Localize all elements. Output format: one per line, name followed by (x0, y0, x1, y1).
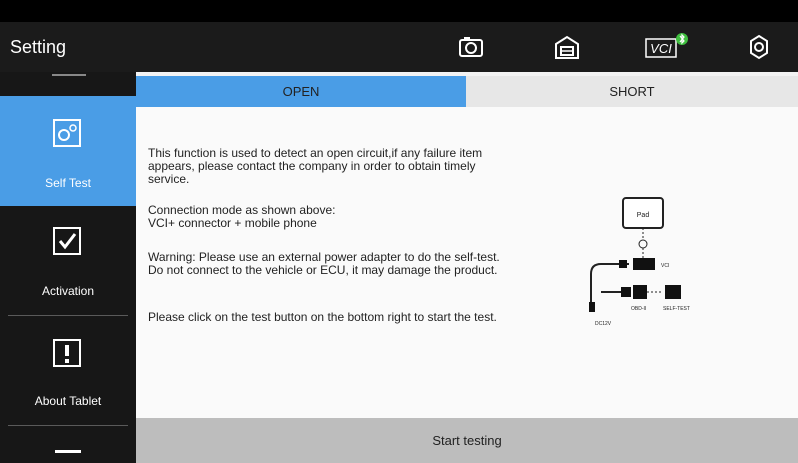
description-text: This function is used to detect an open … (148, 146, 483, 186)
sidebar-item-label: Self Test (45, 176, 91, 190)
content-area: This function is used to detect an open … (136, 107, 798, 418)
sidebar-divider (8, 425, 128, 426)
warning-text: Warning: Please use an external power ad… (148, 250, 500, 277)
vci-diagram-label: VCI (661, 263, 669, 269)
about-icon (52, 338, 82, 368)
tab-open[interactable]: OPEN (136, 76, 466, 107)
obd-label: OBD-II (631, 306, 646, 312)
partial-sidebar-icon (55, 450, 81, 453)
sidebar-item-label: Activation (41, 284, 95, 298)
connection-mode-text: Connection mode as shown above: VCI+ con… (148, 203, 336, 230)
tab-short[interactable]: SHORT (466, 76, 798, 107)
sidebar-item-about-tablet[interactable]: About Tablet (0, 316, 136, 426)
sidebar-item-activation[interactable]: Activation (0, 206, 136, 316)
start-testing-button[interactable]: Start testing (136, 418, 798, 463)
page-title: Setting (10, 37, 67, 57)
camera-icon[interactable] (457, 33, 485, 61)
self-test-label: SELF-TEST (663, 306, 690, 312)
dc-label: DC12V (595, 321, 612, 327)
activation-icon (52, 226, 82, 256)
sidebar-item-label: About Tablet (34, 394, 102, 408)
garage-icon[interactable] (553, 33, 581, 61)
instruction-text: Please click on the test button on the b… (148, 310, 497, 324)
sidebar-item-self-test[interactable]: Self Test (0, 96, 136, 206)
status-bar (0, 0, 798, 22)
partial-sidebar-item (52, 72, 86, 76)
sidebar: Self Test Activation About Tablet (0, 72, 136, 463)
main-panel: OPEN SHORT This function is used to dete… (136, 72, 798, 463)
app-header: Setting VCI (0, 22, 798, 72)
settings-icon[interactable] (745, 33, 773, 61)
pad-label: Pad (637, 212, 650, 219)
self-test-icon (52, 118, 82, 148)
connection-diagram: Pad VCI DC12V OBD-II SELF-TEST (581, 192, 721, 332)
vci-icon[interactable]: VCI (645, 33, 695, 61)
vci-text: VCI (650, 41, 672, 56)
